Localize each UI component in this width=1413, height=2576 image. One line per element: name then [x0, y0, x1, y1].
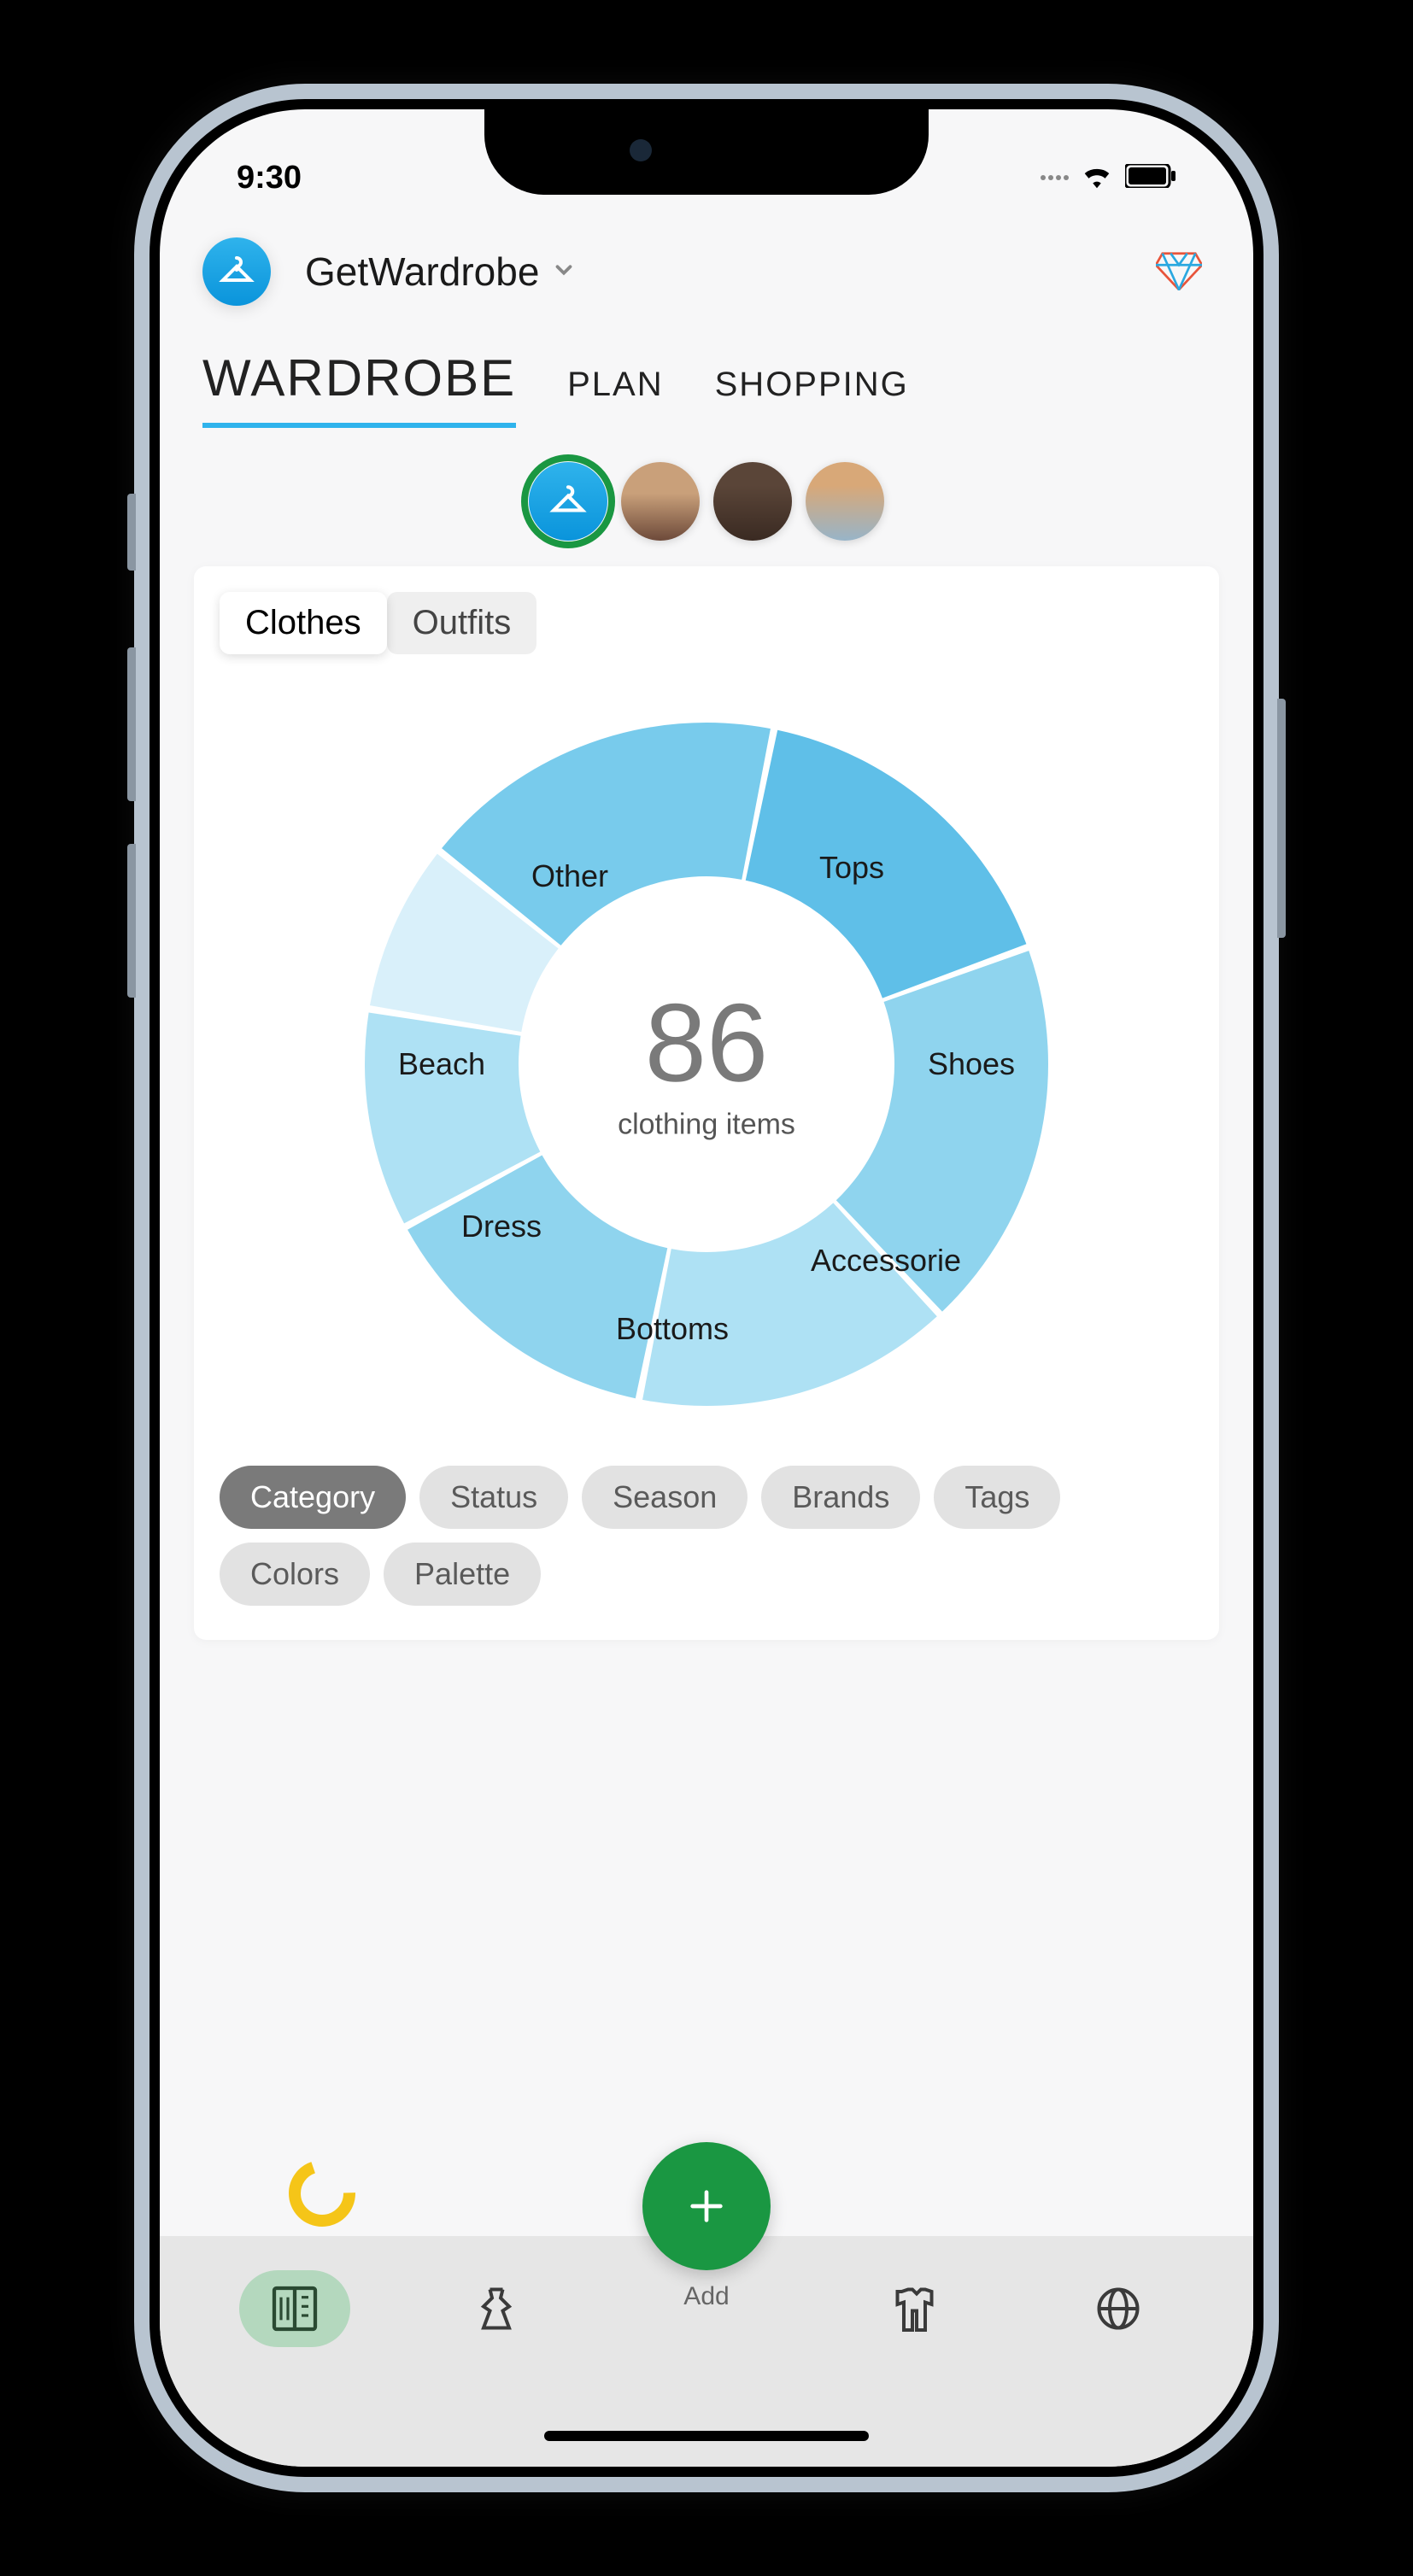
battery-icon	[1125, 164, 1176, 192]
segment-label-shoes: Shoes	[928, 1046, 1015, 1082]
power-button	[1277, 699, 1286, 938]
status-icons	[1041, 163, 1176, 193]
nav-looks[interactable]	[861, 2270, 972, 2347]
tab-wardrobe[interactable]: WARDROBE	[202, 348, 516, 428]
segment-label-beach: Beach	[398, 1046, 485, 1082]
mute-switch	[127, 494, 136, 571]
status-time: 9:30	[237, 160, 302, 196]
main-tabs: WARDROBE PLAN SHOPPING	[160, 323, 1253, 436]
segment-label-accessorie: Accessorie	[811, 1243, 961, 1279]
notch	[484, 109, 929, 195]
nav-wardrobe[interactable]	[239, 2270, 350, 2347]
wardrobe-card: Clothes Outfits 86 clothing items Tops Sh…	[194, 566, 1219, 1640]
chip-category[interactable]: Category	[220, 1466, 406, 1529]
wifi-icon	[1081, 163, 1113, 193]
cellular-icon	[1041, 175, 1069, 180]
subtab-clothes[interactable]: Clothes	[220, 592, 387, 654]
category-donut-chart[interactable]: 86 clothing items Tops Shoes Accessorie Bot…	[339, 697, 1074, 1431]
nav-outfits[interactable]	[441, 2270, 552, 2347]
donut-center: 86 clothing items	[618, 987, 795, 1142]
phone-frame: 9:30 GetWardrobe	[134, 84, 1279, 2492]
premium-diamond-icon[interactable]	[1156, 249, 1202, 295]
chip-colors[interactable]: Colors	[220, 1543, 370, 1606]
segment-label-dress: Dress	[461, 1209, 542, 1244]
segment-label-bottoms: Bottoms	[616, 1311, 729, 1347]
volume-down	[127, 844, 136, 998]
chip-status[interactable]: Status	[419, 1466, 568, 1529]
app-logo[interactable]	[202, 237, 271, 306]
sub-tabs: Clothes Outfits	[220, 592, 536, 654]
profile-main[interactable]	[529, 462, 607, 541]
app-header: GetWardrobe	[160, 212, 1253, 323]
wardrobe-icon	[267, 2281, 322, 2336]
profile-selector	[160, 436, 1253, 566]
nav-explore[interactable]	[1063, 2270, 1174, 2347]
chevron-down-icon	[551, 257, 577, 287]
hint-icon-peek	[288, 2159, 356, 2228]
profile-user-4[interactable]	[806, 462, 884, 541]
screen: 9:30 GetWardrobe	[160, 109, 1253, 2467]
item-count: 86	[618, 987, 795, 1098]
donut-segment-tops[interactable]	[746, 730, 1027, 998]
tab-plan[interactable]: PLAN	[567, 366, 664, 424]
add-button-label: Add	[683, 2282, 729, 2311]
profile-user-2[interactable]	[621, 462, 700, 541]
subtab-outfits[interactable]: Outfits	[387, 592, 537, 654]
profile-user-3[interactable]	[713, 462, 792, 541]
chip-season[interactable]: Season	[582, 1466, 748, 1529]
tab-shopping[interactable]: SHOPPING	[715, 366, 909, 424]
clothes-icon	[891, 2283, 942, 2334]
segment-label-tops: Tops	[819, 850, 884, 886]
home-indicator[interactable]	[544, 2431, 869, 2441]
filter-chips: CategoryStatusSeasonBrandsTags ColorsPale…	[220, 1466, 1193, 1606]
segment-label-other: Other	[531, 858, 608, 894]
chip-tags[interactable]: Tags	[934, 1466, 1060, 1529]
front-camera	[630, 139, 652, 161]
add-button[interactable]	[642, 2142, 771, 2270]
dress-icon	[471, 2283, 522, 2334]
app-title-dropdown[interactable]: GetWardrobe	[305, 249, 1122, 295]
chip-palette[interactable]: Palette	[384, 1543, 541, 1606]
globe-icon	[1093, 2283, 1144, 2334]
item-count-label: clothing items	[618, 1109, 795, 1142]
volume-up	[127, 647, 136, 801]
app-title: GetWardrobe	[305, 249, 539, 295]
chip-brands[interactable]: Brands	[761, 1466, 920, 1529]
